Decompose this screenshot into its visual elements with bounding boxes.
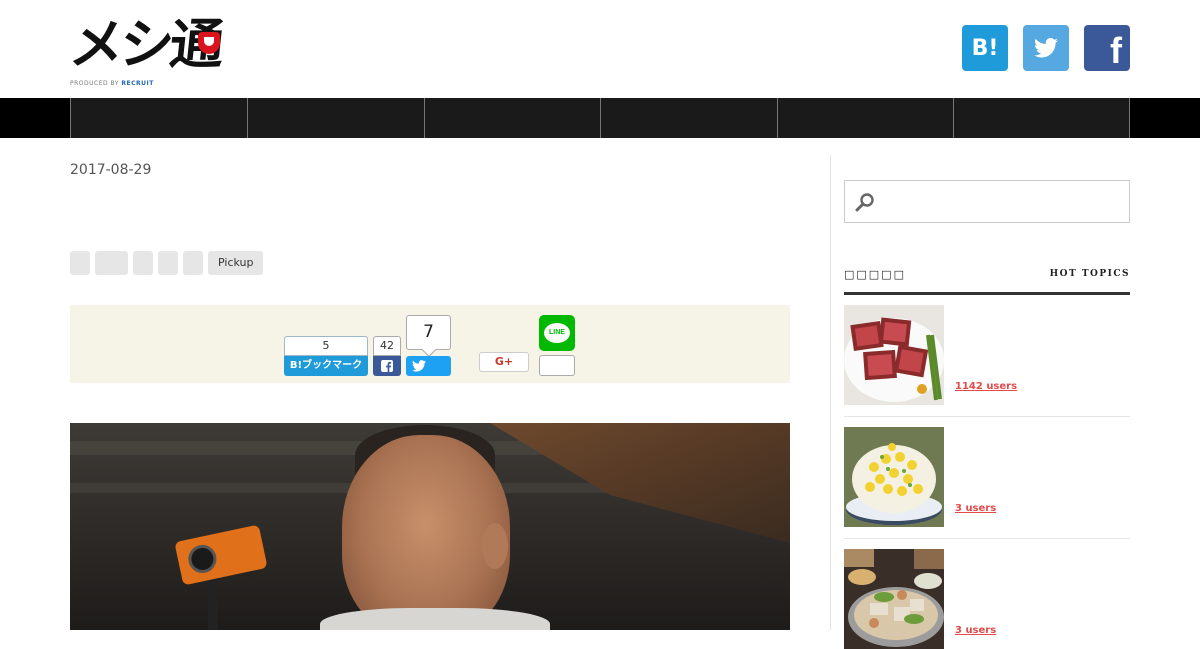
line-share-count <box>539 355 575 376</box>
sidebar-divider <box>830 155 831 630</box>
nav-item[interactable] <box>777 98 953 138</box>
twitter-share-button[interactable] <box>1023 25 1069 71</box>
hero-shirt <box>320 608 550 630</box>
facebook-icon: f <box>1110 30 1122 71</box>
nav-item[interactable] <box>247 98 424 138</box>
global-nav <box>0 98 1200 138</box>
nav-item[interactable] <box>600 98 777 138</box>
tweet-count: 7 <box>406 315 451 350</box>
article-hero-image <box>70 423 790 630</box>
popular-thumbnail[interactable] <box>844 305 944 405</box>
search-input[interactable] <box>881 185 1121 218</box>
site-header: メシ通 PRODUCED BY RECRUIT B! f <box>0 0 1200 98</box>
hotpot-photo <box>844 549 944 649</box>
facebook-share-button[interactable]: f <box>1084 25 1130 71</box>
popular-separator <box>844 416 1130 417</box>
nav-divider <box>1129 98 1130 138</box>
nav-item[interactable] <box>953 98 1129 138</box>
hero-action-camera <box>174 524 268 586</box>
search-icon[interactable] <box>855 192 875 212</box>
logo-bowl-icon <box>198 32 220 54</box>
tag-pickup[interactable]: Pickup <box>208 251 264 275</box>
share-buttons-box: 5 B!ブックマーク 42 7 G+ LINE <box>70 305 790 383</box>
article-tags: Pickup <box>70 251 264 275</box>
hatena-share-button[interactable]: B! <box>962 25 1008 71</box>
twitter-bird-icon <box>412 360 426 372</box>
popular-separator <box>844 538 1130 539</box>
tag[interactable] <box>95 251 128 275</box>
popular-item[interactable]: 3 users <box>844 427 1130 527</box>
logo-producer: PRODUCED BY RECRUIT <box>70 80 154 87</box>
popular-users-count[interactable]: 3 users <box>955 625 996 636</box>
tweet-button[interactable] <box>406 356 451 376</box>
popular-heading: □□□□□ HOT TOPICS <box>844 266 1130 295</box>
twitter-bird-icon <box>1034 38 1058 58</box>
nav-item[interactable] <box>70 98 247 138</box>
popular-item[interactable]: 1142 users <box>844 305 1130 405</box>
tag[interactable] <box>183 251 203 275</box>
hatena-bookmark-button[interactable]: B!ブックマーク <box>284 356 368 376</box>
tag[interactable] <box>70 251 90 275</box>
hatena-icon: B! <box>971 35 999 61</box>
camera-lens <box>185 542 220 576</box>
steak-photo <box>844 305 944 405</box>
facebook-share-small-button[interactable] <box>373 356 401 376</box>
google-plus-button[interactable]: G+ <box>479 352 529 372</box>
tag[interactable] <box>133 251 153 275</box>
article-date: 2017-08-29 <box>70 162 152 178</box>
hatena-bookmark-count: 5 <box>284 336 368 356</box>
popular-item[interactable]: 3 users <box>844 549 1130 649</box>
line-share-button[interactable]: LINE <box>539 315 575 351</box>
sidebar-search <box>844 180 1130 223</box>
site-logo[interactable]: メシ通 PRODUCED BY RECRUIT <box>67 8 224 90</box>
popular-users-count[interactable]: 3 users <box>955 503 996 514</box>
hero-ear <box>482 523 508 569</box>
facebook-share-count: 42 <box>373 336 401 356</box>
popular-thumbnail[interactable] <box>844 549 944 649</box>
corn-rice-photo <box>844 427 944 527</box>
popular-thumbnail[interactable] <box>844 427 944 527</box>
tag[interactable] <box>158 251 178 275</box>
facebook-square-icon <box>381 360 393 372</box>
popular-title: □□□□□ <box>844 268 906 281</box>
nav-item[interactable] <box>424 98 600 138</box>
hero-camera-stick <box>208 573 218 630</box>
popular-title-en: HOT TOPICS <box>1049 269 1130 279</box>
line-icon: LINE <box>544 323 570 343</box>
popular-users-count[interactable]: 1142 users <box>955 381 1017 392</box>
